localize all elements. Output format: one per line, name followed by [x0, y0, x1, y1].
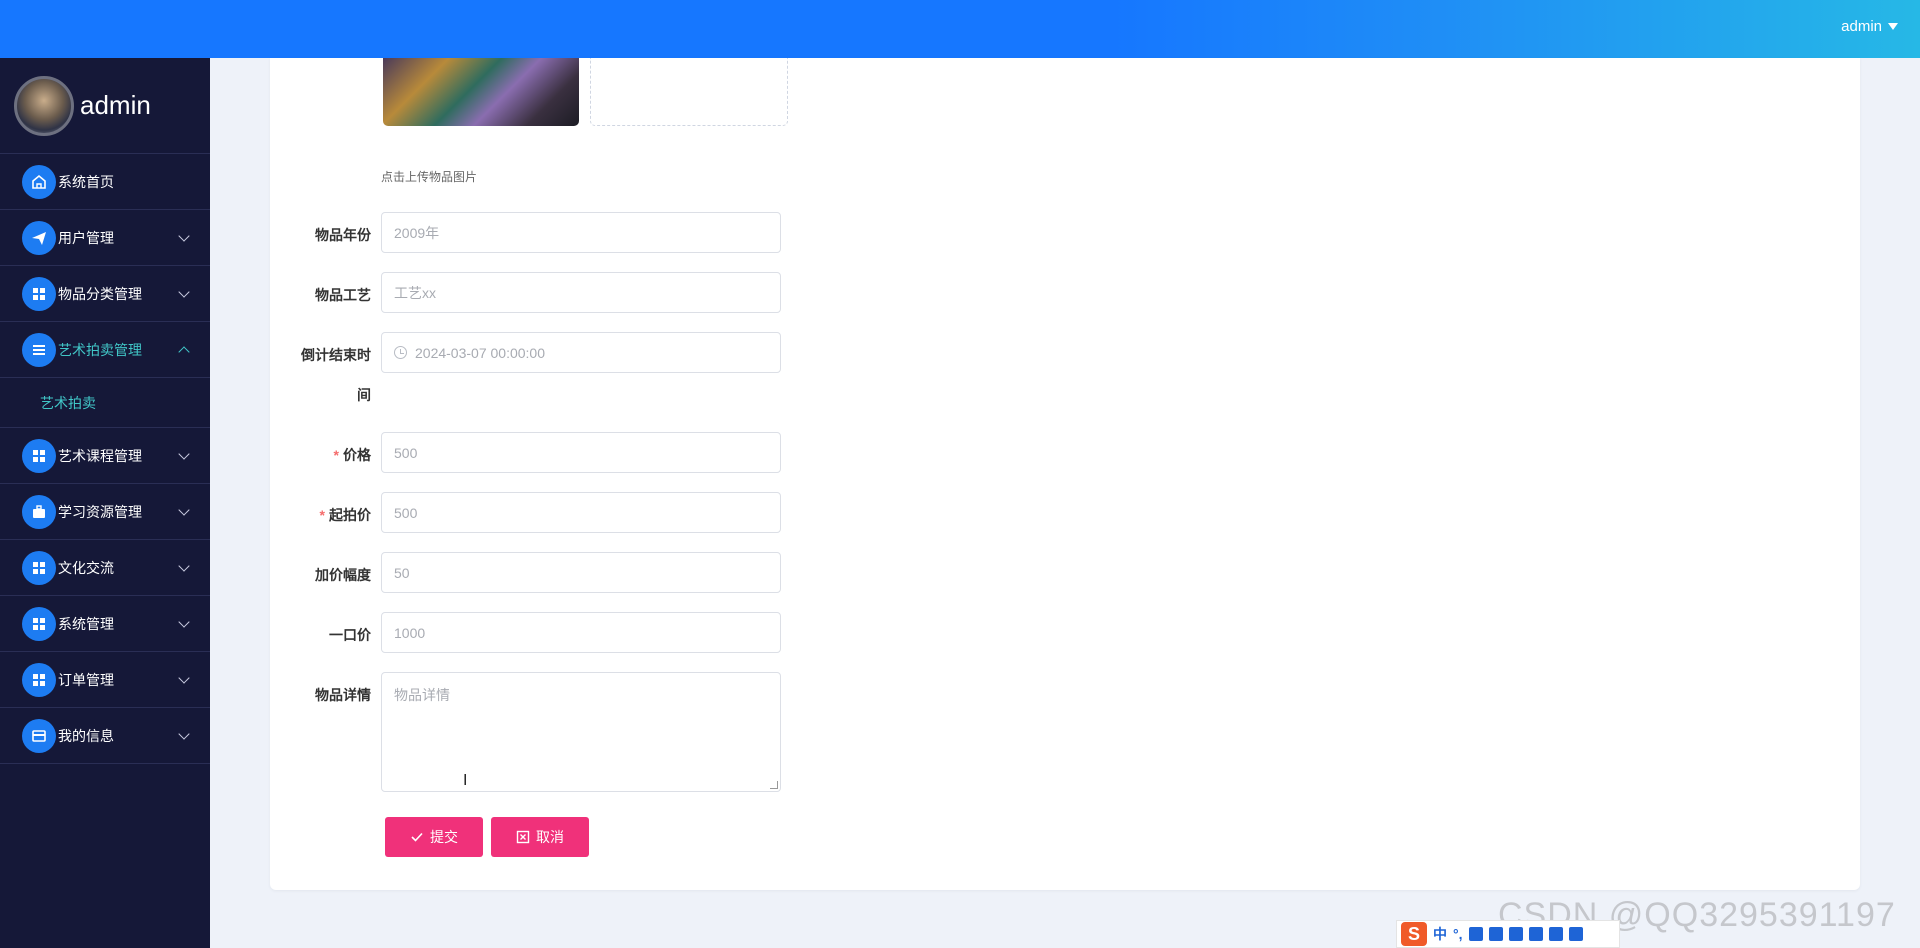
cancel-label: 取消: [536, 829, 564, 845]
keyboard-icon[interactable]: [1488, 927, 1503, 941]
sidebar-item-auctions[interactable]: 艺术拍卖管理: [0, 322, 210, 378]
year-value: 2009年: [394, 224, 440, 241]
deadline-datetime-picker[interactable]: 2024-03-07 00:00:00: [381, 332, 781, 373]
sidebar-item-label: 订单管理: [58, 671, 114, 688]
deadline-value: 2024-03-07 00:00:00: [415, 344, 545, 361]
buyout-value: 1000: [394, 624, 426, 641]
send-icon: [22, 220, 56, 255]
sidebar-item-label: 系统首页: [58, 173, 114, 190]
sidebar-subitem-auction[interactable]: 艺术拍卖: [0, 378, 210, 428]
buyout-input[interactable]: 1000: [381, 612, 781, 653]
cancel-button[interactable]: 取消: [491, 817, 589, 857]
price-label: * 价格: [271, 445, 371, 465]
uploaded-image-thumbnail[interactable]: [383, 58, 579, 126]
clock-icon: [394, 346, 407, 359]
card-icon: [22, 718, 56, 753]
sidebar: admin 系统首页 用户管理 物品分类管理 艺术拍卖管理 艺术拍卖 艺术课程管…: [0, 58, 210, 948]
year-input[interactable]: 2009年: [381, 212, 781, 253]
apps-icon[interactable]: [1548, 927, 1563, 941]
ime-punct[interactable]: °,: [1453, 926, 1463, 942]
sidebar-item-categories[interactable]: 物品分类管理: [0, 266, 210, 322]
close-box-icon: [516, 830, 530, 844]
increment-input[interactable]: 50: [381, 552, 781, 593]
start-price-value: 500: [394, 504, 418, 521]
caret-down-icon: [1888, 23, 1898, 30]
ime-logo-icon: S: [1401, 922, 1427, 946]
sidebar-item-label: 艺术课程管理: [58, 447, 142, 464]
sidebar-item-system[interactable]: 系统管理: [0, 596, 210, 652]
sidebar-item-resources[interactable]: 学习资源管理: [0, 484, 210, 540]
sidebar-item-label: 系统管理: [58, 615, 114, 632]
chevron-down-icon: [178, 616, 190, 628]
sidebar-item-myinfo[interactable]: 我的信息: [0, 708, 210, 764]
sidebar-item-label: 我的信息: [58, 727, 114, 744]
sidebar-item-courses[interactable]: 艺术课程管理: [0, 428, 210, 484]
sidebar-item-users[interactable]: 用户管理: [0, 210, 210, 266]
sidebar-item-label: 用户管理: [58, 229, 114, 246]
user-menu-label: admin: [1841, 18, 1882, 35]
chevron-down-icon: [178, 560, 190, 572]
chevron-down-icon: [178, 230, 190, 242]
increment-label: 加价幅度: [315, 567, 371, 583]
sidebar-profile: admin: [0, 58, 210, 154]
top-bar: admin: [0, 0, 1920, 58]
emoji-icon[interactable]: [1528, 927, 1543, 941]
price-label-text: 价格: [343, 447, 371, 463]
deadline-label-cont: 间: [357, 387, 371, 403]
sidebar-item-label: 艺术拍卖管理: [58, 341, 142, 358]
price-input[interactable]: 500: [381, 432, 781, 473]
sidebar-item-home[interactable]: 系统首页: [0, 154, 210, 210]
grid-icon: [22, 276, 56, 311]
resize-handle-icon[interactable]: [770, 781, 778, 789]
check-icon: [411, 832, 423, 842]
grid-icon: [22, 662, 56, 697]
image-upload-slot[interactable]: [590, 58, 788, 126]
text-cursor-icon: I: [463, 772, 468, 789]
required-mark: *: [319, 507, 325, 523]
deadline-label: 倒计结束时: [301, 347, 371, 363]
chevron-down-icon: [178, 448, 190, 460]
sidebar-item-culture[interactable]: 文化交流: [0, 540, 210, 596]
grid-icon: [22, 550, 56, 585]
ime-language[interactable]: 中: [1433, 924, 1447, 944]
year-label: 物品年份: [315, 227, 371, 243]
home-icon: [22, 164, 56, 199]
sidebar-item-label: 物品分类管理: [58, 285, 142, 302]
grid-icon: [22, 606, 56, 641]
upload-hint: 点击上传物品图片: [381, 170, 478, 184]
detail-textarea[interactable]: 物品详情: [381, 672, 781, 792]
chevron-down-icon: [178, 672, 190, 684]
chevron-up-icon: [178, 346, 190, 358]
detail-placeholder: 物品详情: [394, 687, 450, 703]
submit-label: 提交: [430, 829, 458, 845]
microphone-icon[interactable]: [1468, 927, 1483, 941]
buyout-label: 一口价: [329, 627, 371, 643]
detail-label: 物品详情: [315, 687, 371, 703]
sidebar-item-label: 文化交流: [58, 559, 114, 576]
ime-toolbar[interactable]: S 中 °,: [1396, 920, 1620, 948]
skin-icon[interactable]: [1508, 927, 1523, 941]
sidebar-item-orders[interactable]: 订单管理: [0, 652, 210, 708]
start-price-label-text: 起拍价: [329, 507, 371, 523]
briefcase-icon: [22, 494, 56, 529]
craft-label: 物品工艺: [315, 287, 371, 303]
chevron-down-icon: [178, 286, 190, 298]
avatar: [14, 75, 74, 136]
price-value: 500: [394, 444, 418, 461]
sidebar-item-label: 学习资源管理: [58, 503, 142, 520]
start-price-label: * 起拍价: [271, 505, 371, 525]
submit-button[interactable]: 提交: [385, 817, 483, 857]
required-mark: *: [333, 447, 339, 463]
start-price-input[interactable]: 500: [381, 492, 781, 533]
settings-icon[interactable]: [1568, 927, 1583, 941]
chevron-down-icon: [178, 504, 190, 516]
user-menu[interactable]: admin: [1841, 18, 1898, 35]
craft-input[interactable]: 工艺xx: [381, 272, 781, 313]
profile-name: admin: [80, 90, 151, 120]
list-icon: [22, 332, 56, 367]
craft-value: 工艺xx: [394, 284, 436, 301]
grid-icon: [22, 438, 56, 473]
chevron-down-icon: [178, 728, 190, 740]
increment-value: 50: [394, 564, 410, 581]
